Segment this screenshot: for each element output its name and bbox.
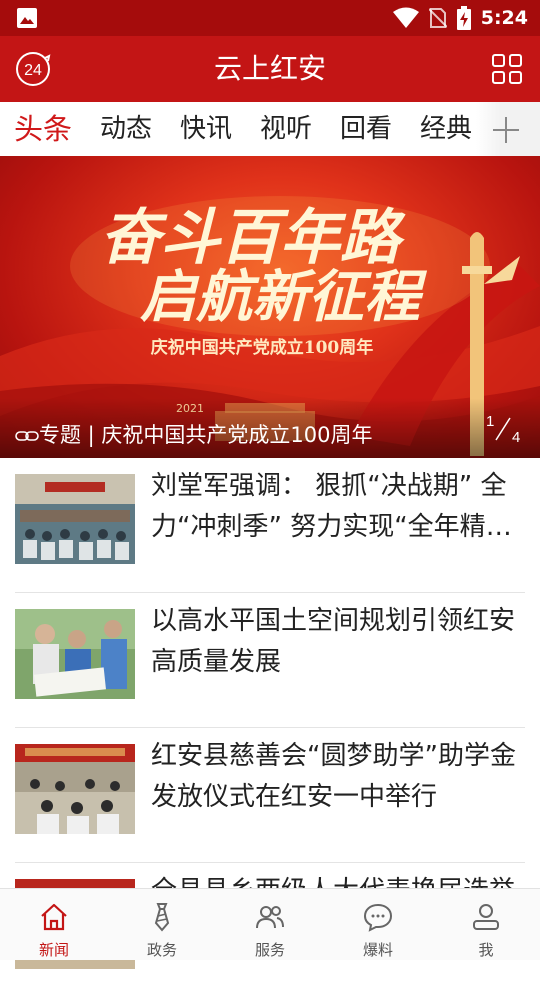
nav-label: 服务: [254, 941, 285, 959]
banner-headline-line1: 奋斗百年路: [100, 203, 406, 273]
nav-me[interactable]: 我: [432, 889, 540, 961]
banner-subtitle: 庆祝中国共产党成立100周年: [151, 337, 374, 358]
status-bar: 5:24: [0, 0, 540, 36]
pager-current: 1: [486, 413, 494, 430]
news-thumbnail: [15, 474, 135, 564]
app-title: 云上红安: [213, 52, 326, 85]
user-icon: [473, 904, 499, 930]
nav-tip-off[interactable]: 爆料: [324, 889, 432, 961]
tab-dynamics[interactable]: 动态: [100, 102, 152, 156]
nav-label: 爆料: [362, 941, 393, 959]
nav-label: 我: [478, 941, 494, 959]
news-headline: 红安县慈善会“圆梦助学”助学金发放仪式在红安一中举行: [151, 741, 516, 812]
bottom-navigation: 新闻 政务 服务 爆料 我: [0, 888, 540, 960]
nav-label: 新闻: [38, 941, 69, 959]
tab-replay[interactable]: 回看: [340, 102, 392, 156]
tab-flash-news[interactable]: 快讯: [180, 102, 232, 156]
news-headline: 刘堂军强调： 狠抓“决战期” 全力“冲刺季” 努力实现“全年精彩”: [151, 471, 507, 542]
nav-news[interactable]: 新闻: [0, 889, 108, 961]
image-notification-icon: [17, 8, 37, 28]
pager-total: 4: [512, 429, 520, 446]
tie-icon: [154, 903, 170, 932]
chat-bubble-icon: [363, 903, 393, 932]
news-item[interactable]: 刘堂军强调： 狠抓“决战期” 全力“冲刺季” 努力实现“全年精彩”: [0, 458, 540, 593]
tab-headlines[interactable]: 头条: [14, 102, 72, 156]
nav-services[interactable]: 服务: [216, 889, 324, 961]
people-icon: [256, 906, 284, 929]
tab-classics[interactable]: 经典: [420, 102, 472, 156]
banner-pager: 1 4: [486, 413, 520, 446]
battery-charging-icon: [456, 6, 471, 30]
news-item[interactable]: 红安县慈善会“圆梦助学”助学金发放仪式在红安一中举行: [0, 728, 540, 863]
wifi-icon: [392, 7, 419, 28]
news-item[interactable]: 以高水平国土空间规划引领红安高质量发展: [0, 593, 540, 728]
nav-label: 政务: [146, 941, 177, 959]
no-sim-icon: [428, 8, 447, 28]
nav-government[interactable]: 政务: [108, 889, 216, 961]
banner-caption-text: 专题 | 庆祝中国共产党成立100周年: [39, 423, 373, 447]
link-icon: [15, 431, 39, 441]
news-thumbnail: [15, 609, 135, 699]
status-time: 5:24: [480, 7, 528, 29]
banner-headline-line2: 启航新征程: [140, 264, 428, 330]
home-icon: [41, 903, 67, 931]
banner-carousel[interactable]: 奋斗百年路 启航新征程 庆祝中国共产党成立100周年 2021 专题 | 庆祝中…: [0, 156, 540, 458]
channel-tabs: 头条 动态 快讯 视听 回看 经典: [0, 102, 540, 156]
tab-audio-video[interactable]: 视听: [260, 102, 312, 156]
app-header: 24 云上红安: [0, 36, 540, 102]
grid-menu-icon[interactable]: [492, 54, 522, 84]
add-channel-button[interactable]: [476, 102, 540, 156]
news-headline: 以高水平国土空间规划引领红安高质量发展: [151, 606, 516, 677]
banner-caption[interactable]: 专题 | 庆祝中国共产党成立100周年: [15, 419, 373, 449]
plus-icon: [493, 117, 519, 143]
news-thumbnail: [15, 744, 135, 834]
